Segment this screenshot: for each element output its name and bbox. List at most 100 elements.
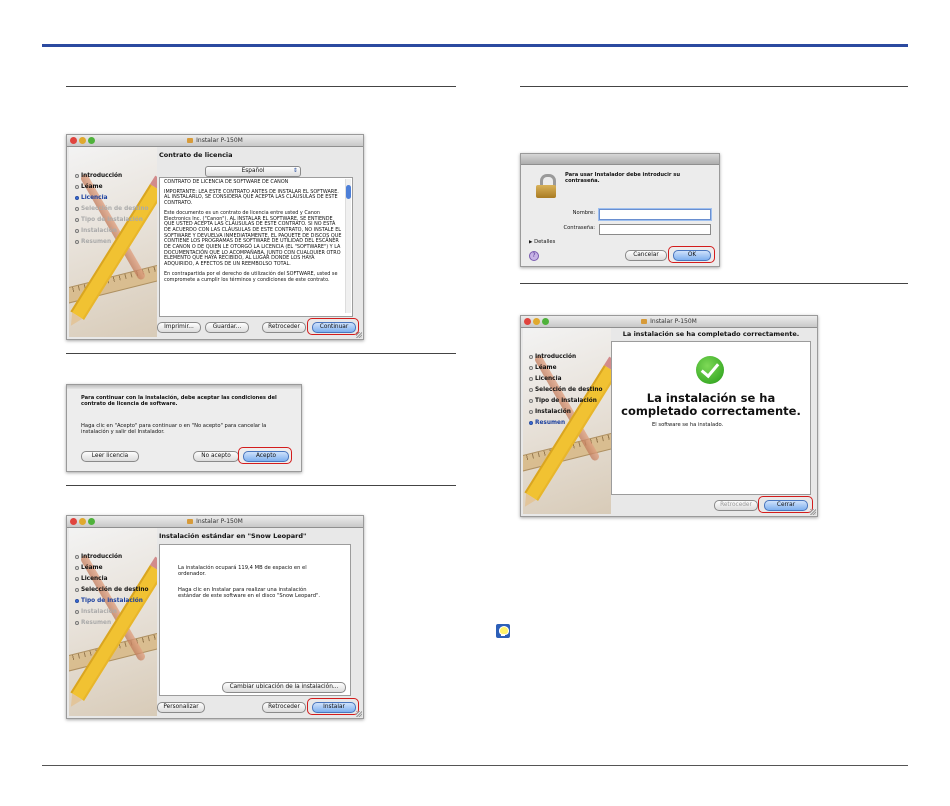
pencil-icon: [69, 175, 157, 329]
title-bar: Instalar P-150M: [521, 316, 817, 328]
name-field[interactable]: [599, 209, 711, 220]
page-title: Contrato de licencia: [159, 151, 233, 159]
installer-sidebar: Introducción Léame Licencia Selección de…: [523, 328, 611, 514]
details-disclosure[interactable]: ▶ Detalles: [529, 239, 555, 246]
license-paragraph: En contrapartida por el derecho de utili…: [164, 270, 338, 283]
title-bar: Instalar P-150M: [67, 516, 363, 528]
section-rule: [66, 86, 456, 87]
step-bullet-icon: [529, 387, 533, 392]
resize-grip-icon[interactable]: [356, 332, 362, 338]
sidebar-item-licencia: Licencia: [529, 376, 562, 382]
section-rule: [66, 353, 456, 354]
password-label: Contraseña:: [563, 225, 595, 231]
summary-panel: La instalación se ha completado correcta…: [611, 341, 811, 495]
language-select[interactable]: Español ⇕: [205, 166, 301, 177]
back-button[interactable]: Retroceder: [262, 702, 306, 713]
password-field[interactable]: [599, 224, 711, 235]
summary-window: Instalar P-150M Introducción Léame Licen…: [520, 315, 818, 517]
package-icon: [641, 319, 648, 324]
sidebar-item-seleccion-destino: Selección de destino: [75, 206, 149, 212]
sidebar-item-leame: Léame: [75, 184, 103, 190]
step-bullet-icon: [75, 620, 79, 625]
step-bullet-icon: [75, 554, 79, 559]
change-location-button[interactable]: Cambiar ubicación de la instalación...: [222, 682, 346, 693]
sidebar-item-seleccion-destino: Selección de destino: [75, 587, 149, 593]
auth-dialog: Para usar Instalador debe introducir su …: [520, 153, 720, 267]
sidebar-item-introduccion: Introducción: [529, 354, 576, 360]
sidebar-item-instalacion: Instalación: [75, 228, 117, 234]
lock-icon: [535, 174, 557, 198]
checkmark-icon: [696, 356, 724, 384]
step-bullet-icon: [529, 376, 533, 381]
step-bullet-icon: [529, 365, 533, 370]
sidebar-item-instalacion: Instalación: [529, 409, 571, 415]
step-bullet-icon: [529, 409, 533, 414]
title-bar: [521, 154, 719, 165]
sidebar-item-introduccion: Introducción: [75, 173, 122, 179]
step-bullet-icon: [75, 217, 79, 222]
footer-rule: [42, 765, 908, 766]
print-button[interactable]: Imprimir...: [157, 322, 201, 333]
section-rule: [520, 86, 908, 87]
save-button[interactable]: Guardar...: [205, 322, 249, 333]
license-text-panel[interactable]: CONTRATO DE LICENCIA DE SOFTWARE DE CANO…: [159, 177, 353, 317]
highlight-marker: [668, 246, 715, 263]
pencil-icon: [69, 556, 157, 710]
chevron-updown-icon: ⇕: [293, 168, 298, 174]
step-bullet-icon: [75, 598, 79, 603]
highlight-marker: [758, 496, 813, 513]
details-label: Detalles: [534, 239, 556, 245]
step-bullet-icon: [529, 420, 533, 425]
package-icon: [187, 138, 194, 143]
cancel-button[interactable]: Cancelar: [625, 250, 667, 261]
completion-message: La instalación se ha completado correcta…: [621, 391, 801, 418]
resize-grip-icon[interactable]: [356, 711, 362, 717]
highlight-marker: [238, 447, 292, 464]
window-title: Instalar P-150M: [67, 516, 363, 527]
read-license-button[interactable]: Leer licencia: [81, 451, 139, 462]
step-bullet-icon: [75, 206, 79, 211]
resize-grip-icon[interactable]: [810, 509, 816, 515]
install-type-window: Instalar P-150M Introducción Léame Licen…: [66, 515, 364, 719]
section-rule: [66, 485, 456, 486]
sidebar-item-introduccion: Introducción: [75, 554, 122, 560]
sidebar-item-licencia: Licencia: [75, 195, 108, 201]
sidebar-item-leame: Léame: [75, 565, 103, 571]
license-paragraph: Este documento es un contrato de licenci…: [164, 209, 342, 268]
sidebar-item-tipo-instalacion: Tipo de instalación: [529, 398, 597, 404]
package-icon: [187, 519, 194, 524]
pencil-icon: [523, 356, 611, 510]
sheet-shadow: [67, 385, 301, 389]
step-bullet-icon: [75, 587, 79, 592]
sidebar-item-leame: Léame: [529, 365, 557, 371]
step-bullet-icon: [529, 398, 533, 403]
window-title: Instalar P-150M: [67, 135, 363, 146]
scroll-thumb[interactable]: [346, 185, 351, 199]
space-required-text: La instalación ocupará 119,4 MB de espac…: [178, 565, 307, 578]
highlight-marker: [307, 318, 359, 335]
auth-message: Para usar Instalador debe introducir su …: [565, 172, 681, 185]
sidebar-item-resumen: Resumen: [75, 620, 111, 626]
help-icon[interactable]: ?: [529, 251, 539, 261]
license-title: CONTRATO DE LICENCIA DE SOFTWARE DE CANO…: [164, 179, 289, 185]
step-bullet-icon: [75, 195, 79, 200]
step-bullet-icon: [75, 565, 79, 570]
install-info-panel: La instalación ocupará 119,4 MB de espac…: [159, 544, 351, 696]
disagree-button[interactable]: No acepto: [193, 451, 239, 462]
window-title: Instalar P-150M: [521, 316, 817, 327]
title-bar: Instalar P-150M: [67, 135, 363, 147]
language-value: Español: [241, 168, 265, 174]
header-rule: [42, 44, 908, 47]
sidebar-item-seleccion-destino: Selección de destino: [529, 387, 603, 393]
sidebar-item-licencia: Licencia: [75, 576, 108, 582]
license-paragraph: IMPORTANTE: LEA ESTE CONTRATO ANTES DE I…: [164, 188, 339, 207]
scrollbar[interactable]: [345, 179, 351, 313]
agree-sheet: Para continuar con la instalación, debe …: [66, 384, 302, 472]
back-button[interactable]: Retroceder: [262, 322, 306, 333]
step-bullet-icon: [75, 184, 79, 189]
customize-button[interactable]: Personalizar: [157, 702, 205, 713]
back-button[interactable]: Retroceder: [714, 500, 758, 511]
step-bullet-icon: [75, 228, 79, 233]
page-title: La instalación se ha completado correcta…: [622, 330, 800, 338]
highlight-marker: [307, 698, 359, 715]
